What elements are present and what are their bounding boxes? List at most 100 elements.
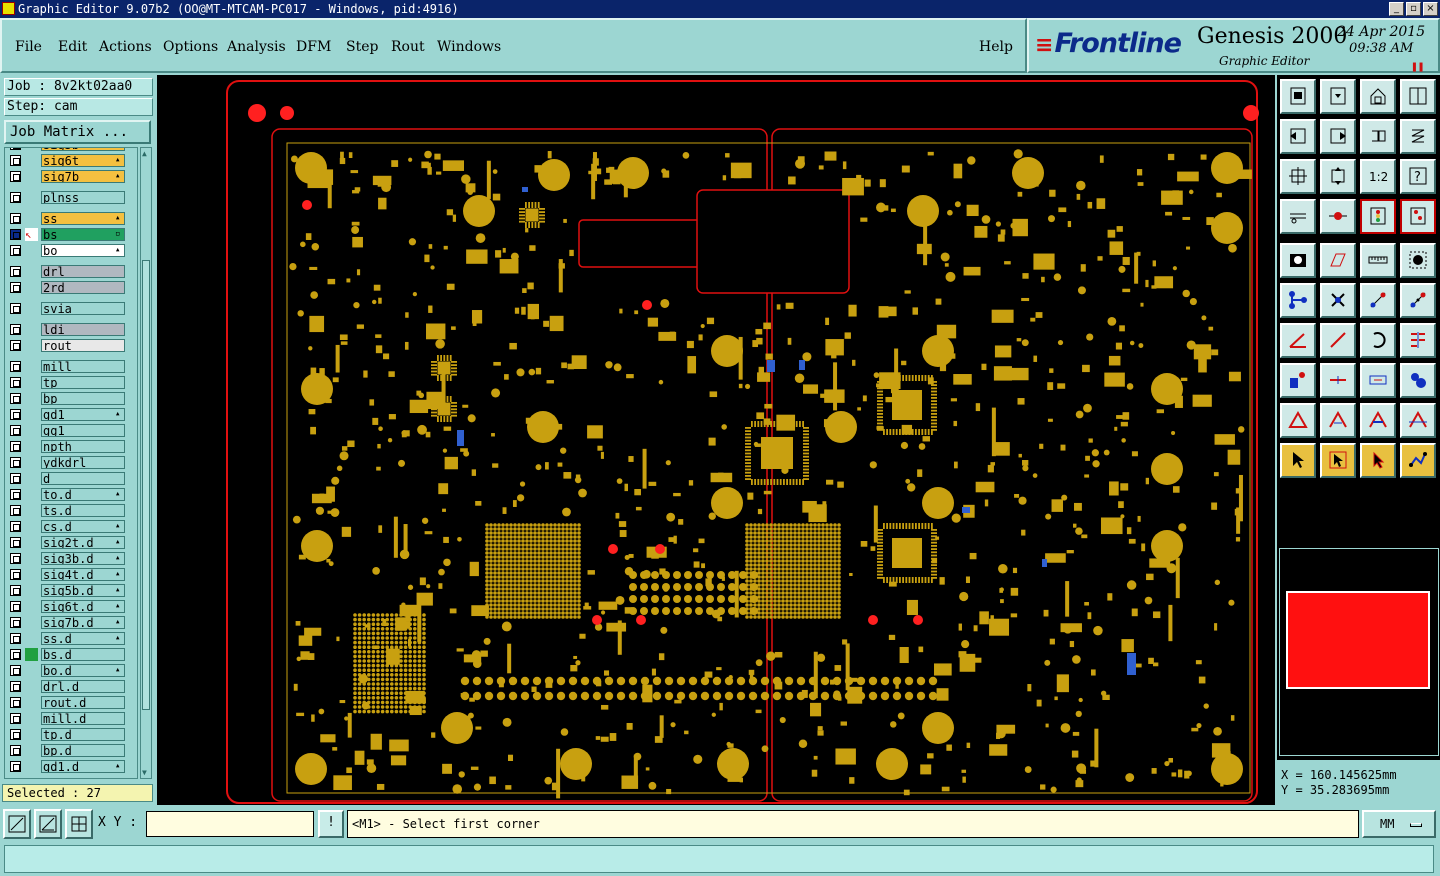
smd-pad[interactable] [509,342,517,350]
bga-ball[interactable] [577,611,581,615]
bga-ball[interactable] [545,595,549,599]
bga-ball[interactable] [533,551,537,555]
bga-ball[interactable] [785,547,789,551]
smd-pad[interactable] [1213,472,1219,477]
smd-pad[interactable] [309,266,318,270]
bga-ball[interactable] [521,543,525,547]
layer-checkbox[interactable] [10,213,21,224]
bga-ball[interactable] [353,650,357,654]
qfp-pin[interactable] [877,535,883,538]
bga-ball[interactable] [577,583,581,587]
bga-ball[interactable] [517,575,521,579]
connector-pin[interactable] [712,691,722,701]
bga-ball[interactable] [493,563,497,567]
bga-ball[interactable] [371,668,376,672]
via-pad[interactable] [475,233,486,243]
layer-name[interactable]: ydkdrl [41,456,125,469]
bga-ball[interactable] [529,559,533,563]
bga-ball[interactable] [501,571,505,575]
bga-ball[interactable] [493,531,497,535]
smd-pad[interactable] [1126,527,1132,535]
bga-ball[interactable] [749,591,753,595]
bga-ball[interactable] [561,523,565,527]
bga-ball[interactable] [573,527,577,531]
bga-ball[interactable] [809,591,813,595]
bga-ball[interactable] [422,682,426,686]
bga-ball[interactable] [353,631,357,636]
via-pad[interactable] [833,690,841,698]
mounting-hole[interactable] [922,712,954,744]
bga-ball[interactable] [781,607,785,611]
via-pad[interactable] [1044,659,1051,666]
smd-pad[interactable] [721,576,725,581]
bga-ball[interactable] [577,603,581,607]
via-pad[interactable] [1228,599,1235,606]
smd-pad[interactable] [941,786,950,792]
bga-ball[interactable] [573,543,577,547]
bga-ball[interactable] [549,567,553,571]
bga-ball[interactable] [533,547,537,551]
bga-ball[interactable] [809,603,813,607]
qfp-pin[interactable] [877,397,883,399]
bga-ball[interactable] [362,636,366,640]
layer-checkbox[interactable] [10,377,21,388]
smd-pad[interactable] [363,370,368,378]
bga-ball[interactable] [809,567,813,571]
bga-ball[interactable] [408,654,412,659]
smd-pad[interactable] [647,317,659,327]
smd-pad[interactable] [658,653,665,661]
qfp-pin[interactable] [877,545,883,547]
via-pad[interactable] [1050,786,1057,793]
bga-ball[interactable] [353,673,357,677]
smd-pad[interactable] [1149,558,1171,568]
layer-checkbox[interactable] [10,489,21,500]
bga-ball[interactable] [521,535,525,539]
bga-ball[interactable] [353,645,357,649]
smd-pad[interactable] [1116,415,1124,419]
smd-pad[interactable] [974,225,988,238]
smd-pad[interactable] [332,377,339,383]
bga-ball[interactable] [797,535,801,539]
connector-pin[interactable] [604,691,614,701]
smd-pad[interactable] [570,664,578,672]
bga-ball[interactable] [362,650,366,654]
bga-ball[interactable] [821,567,825,571]
bga-ball[interactable] [573,523,577,527]
test-point[interactable] [608,544,618,554]
layer-row-gg1[interactable]: gg1 [5,423,137,438]
via-pad[interactable] [613,363,622,372]
smd-pad[interactable] [293,683,298,691]
qfp-pin[interactable] [877,561,883,563]
bga-ball[interactable] [765,559,769,563]
bga-ball[interactable] [529,551,533,555]
bga-ball[interactable] [509,531,513,535]
bga-ball[interactable] [781,559,785,563]
via-pad[interactable] [838,750,847,759]
smd-pad[interactable] [475,500,482,506]
bga-ball[interactable] [569,563,573,567]
bga-ball[interactable] [541,595,545,599]
bga-ball[interactable] [517,555,521,559]
bga-ball[interactable] [745,539,749,543]
bga-ball[interactable] [813,579,817,583]
bga-ball[interactable] [385,709,389,714]
bga-ball[interactable] [801,595,805,599]
bga-ball[interactable] [785,603,789,607]
mounting-hole[interactable] [922,335,954,367]
qfp-pin[interactable] [531,202,534,208]
bga-ball[interactable] [545,543,549,547]
bga-ball[interactable] [777,583,781,587]
qfp-pin[interactable] [803,475,809,477]
smd-pad[interactable] [1033,253,1055,270]
bga-ball[interactable] [757,591,761,595]
smd-pad[interactable] [901,165,910,173]
mounting-hole[interactable] [617,157,649,189]
bga-ball[interactable] [521,539,525,543]
bga-ball[interactable] [422,617,426,622]
via-pad[interactable] [417,424,427,435]
bga-ball[interactable] [801,543,805,547]
bga-ball[interactable] [773,615,777,619]
bga-ball[interactable] [801,579,805,583]
header-pin[interactable] [739,595,747,603]
qfp-pin[interactable] [803,468,809,471]
